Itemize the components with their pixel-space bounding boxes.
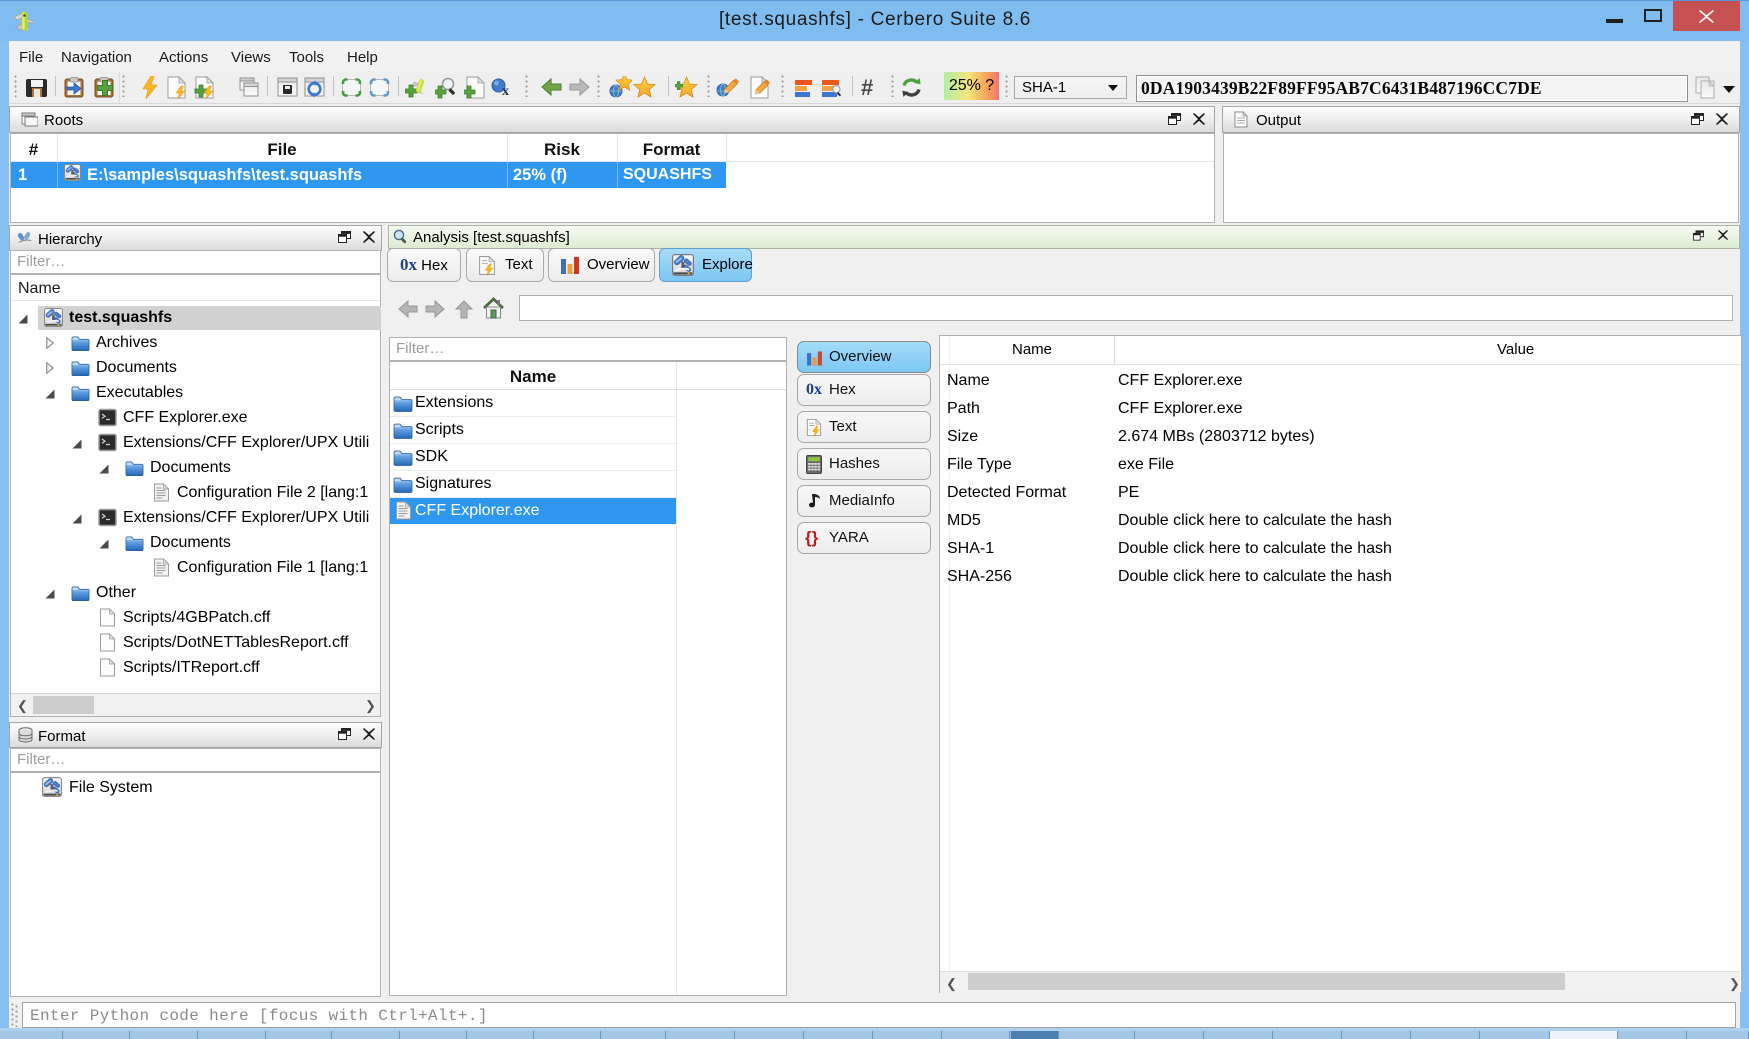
svg-text:#: # bbox=[861, 76, 873, 99]
svg-text:x: x bbox=[502, 84, 509, 99]
